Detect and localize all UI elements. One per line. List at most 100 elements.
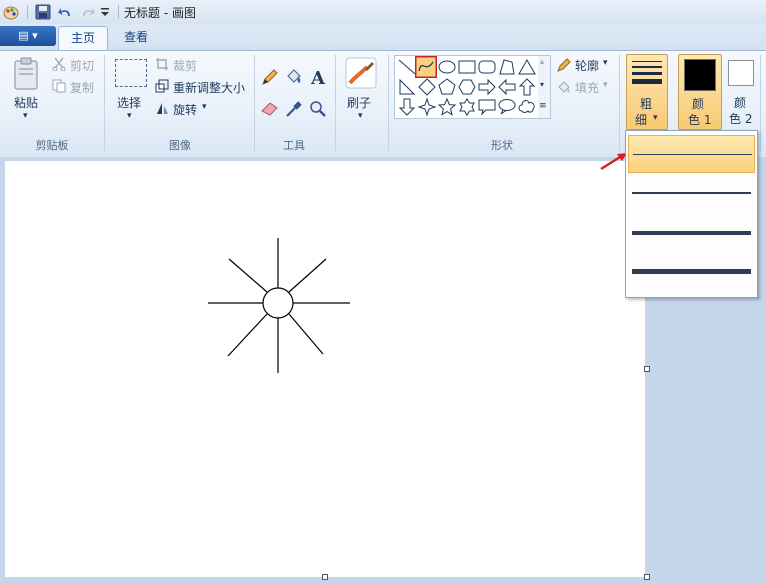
size-option-3px-line <box>632 192 751 194</box>
cut-button-label[interactable]: 剪切 <box>70 57 94 74</box>
undo-icon[interactable] <box>57 4 73 20</box>
application-menu-button[interactable]: ▤ ▾ <box>0 26 56 46</box>
title-bar: 无标题 - 画图 <box>0 0 766 25</box>
cloud-callout-shape-icon[interactable] <box>517 97 537 117</box>
color2-label-line2[interactable]: 色 2 <box>729 110 752 127</box>
tab-home[interactable]: 主页 <box>58 26 108 51</box>
window-title: 无标题 - 画图 <box>124 6 196 20</box>
paste-dropdown-arrow-icon[interactable]: ▾ <box>23 111 28 121</box>
brushes-icon[interactable] <box>345 57 377 89</box>
resize-icon[interactable] <box>155 79 169 93</box>
clipboard-group-label: 剪贴板 <box>35 139 69 152</box>
crop-icon[interactable] <box>155 57 169 71</box>
right-arrow-shape-icon[interactable] <box>477 77 497 97</box>
magnifier-icon[interactable] <box>308 99 328 119</box>
color2-swatch[interactable] <box>728 60 754 86</box>
cut-icon[interactable] <box>52 57 66 71</box>
rotate-dropdown-arrow-icon[interactable]: ▾ <box>202 102 207 112</box>
canvas-resize-handle-bottom[interactable] <box>322 574 328 580</box>
shapes-gallery-scrollbar[interactable]: ▴ ▾ ≡ <box>538 55 551 119</box>
outline-icon[interactable] <box>556 57 572 73</box>
size-option-1px-line <box>633 154 752 155</box>
size-button[interactable]: 粗 细 ▾ <box>626 54 668 130</box>
size-option-5px-line <box>632 231 751 235</box>
fill-bucket-icon[interactable] <box>284 67 304 87</box>
paint-app-icon[interactable] <box>2 3 20 21</box>
tab-view[interactable]: 查看 <box>112 26 160 50</box>
right-triangle-shape-icon[interactable] <box>397 77 417 97</box>
up-arrow-shape-icon[interactable] <box>517 77 537 97</box>
fill-button-label[interactable]: 填充 <box>575 79 599 96</box>
size-dropdown-arrow-icon: ▾ <box>653 113 658 123</box>
size-label-line2: 细 <box>635 113 648 127</box>
size-line-medium <box>632 66 662 68</box>
left-arrow-shape-icon[interactable] <box>497 77 517 97</box>
copy-icon[interactable] <box>52 79 66 93</box>
diamond-shape-icon[interactable] <box>417 77 437 97</box>
color1-button[interactable]: 颜 色 1 <box>678 54 722 130</box>
fill-icon[interactable] <box>556 79 572 95</box>
paste-button-label[interactable]: 粘贴 <box>14 94 38 111</box>
size-label-line1: 粗 <box>640 97 653 111</box>
svg-text:A: A <box>310 68 326 87</box>
pencil-icon[interactable] <box>260 67 280 87</box>
size-dropdown-menu <box>625 130 758 298</box>
outline-button-label[interactable]: 轮廓 <box>575 57 599 74</box>
color1-swatch <box>684 59 716 91</box>
rotate-icon[interactable] <box>155 101 169 115</box>
five-point-star-shape-icon[interactable] <box>437 97 457 117</box>
line-shape-icon[interactable] <box>397 57 417 77</box>
select-dropdown-arrow-icon[interactable]: ▾ <box>127 111 132 121</box>
oval-callout-shape-icon[interactable] <box>497 97 517 117</box>
polygon-shape-icon[interactable] <box>497 57 517 77</box>
rectangle-shape-icon[interactable] <box>457 57 477 77</box>
size-option-8px[interactable] <box>628 253 755 291</box>
color1-label-line2: 色 1 <box>688 113 712 127</box>
size-option-8px-line <box>632 269 751 274</box>
size-option-3px[interactable] <box>628 175 755 213</box>
select-icon[interactable] <box>115 59 147 87</box>
curve-shape-icon[interactable] <box>415 56 437 78</box>
canvas-resize-handle-corner[interactable] <box>644 574 650 580</box>
gallery-scroll-up-icon[interactable]: ▴ <box>540 57 544 66</box>
copy-button-label[interactable]: 复制 <box>70 79 94 96</box>
six-point-star-shape-icon[interactable] <box>457 97 477 117</box>
customize-quick-access-icon[interactable] <box>100 8 110 18</box>
tools-group-label: 工具 <box>283 139 305 152</box>
image-group-label: 图像 <box>169 139 191 152</box>
sun-drawing <box>208 238 350 373</box>
crop-button-label[interactable]: 裁剪 <box>173 57 197 74</box>
color2-label-line1[interactable]: 颜 <box>734 94 746 111</box>
color-picker-icon[interactable] <box>284 99 304 119</box>
pentagon-shape-icon[interactable] <box>437 77 457 97</box>
outline-dropdown-arrow-icon[interactable]: ▾ <box>603 58 608 68</box>
ribbon-tab-row: ▤ ▾ 主页 查看 <box>0 24 766 51</box>
resize-button-label[interactable]: 重新调整大小 <box>173 79 245 96</box>
rounded-rectangle-shape-icon[interactable] <box>477 57 497 77</box>
rectangle-callout-shape-icon[interactable] <box>477 97 497 117</box>
four-point-star-shape-icon[interactable] <box>417 97 437 117</box>
fill-dropdown-arrow-icon[interactable]: ▾ <box>603 80 608 90</box>
rotate-button-label[interactable]: 旋转 <box>173 101 197 118</box>
size-line-thin <box>632 61 662 62</box>
color1-label-line1: 颜 <box>692 97 705 111</box>
triangle-shape-icon[interactable] <box>517 57 537 77</box>
canvas-resize-handle-right[interactable] <box>644 366 650 372</box>
text-tool-icon[interactable]: A <box>308 67 328 87</box>
gallery-scroll-down-icon[interactable]: ▾ <box>540 80 544 89</box>
eraser-icon[interactable] <box>260 99 280 119</box>
drawing-canvas[interactable] <box>5 161 645 577</box>
select-button-label[interactable]: 选择 <box>117 94 141 111</box>
save-icon[interactable] <box>35 4 51 20</box>
gallery-expand-icon[interactable]: ≡ <box>539 101 547 111</box>
redo-icon[interactable] <box>80 4 96 20</box>
oval-shape-icon[interactable] <box>437 57 457 77</box>
size-option-1px[interactable] <box>628 135 755 173</box>
down-arrow-shape-icon[interactable] <box>397 97 417 117</box>
shapes-group-label: 形状 <box>491 139 513 152</box>
size-option-5px[interactable] <box>628 215 755 253</box>
brushes-button-label[interactable]: 刷子 <box>347 94 371 111</box>
paste-icon[interactable] <box>12 57 42 91</box>
hexagon-shape-icon[interactable] <box>457 77 477 97</box>
brushes-dropdown-arrow-icon[interactable]: ▾ <box>358 111 363 121</box>
